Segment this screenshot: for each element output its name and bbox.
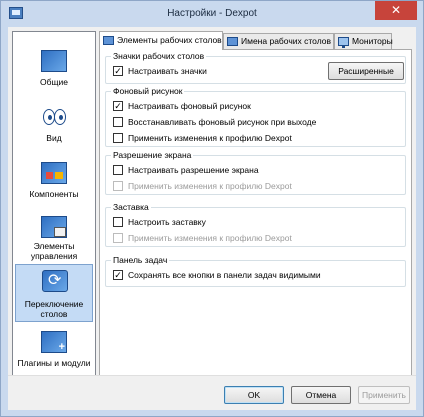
checkbox[interactable] (113, 165, 123, 175)
group-taskbar: Панель задач ✓ Сохранять все кнопки в па… (105, 255, 406, 287)
checkbox-label: Настраивать фоновый рисунок (128, 101, 251, 111)
controls-icon (41, 216, 67, 238)
tab-desktop-elements[interactable]: Элементы рабочих столов (99, 31, 223, 50)
group-screensaver: Заставка Настроить заставку Применить из… (105, 202, 406, 247)
components-icon (41, 162, 67, 184)
tab-panel-desktop-elements: Значки рабочих столов ✓ Настраивать знач… (99, 49, 412, 376)
switch-icon (42, 270, 68, 292)
apply-button: Применить (358, 386, 410, 404)
tab-desktop-names[interactable]: Имена рабочих столов (223, 33, 334, 49)
desktop-names-icon (227, 37, 238, 46)
sidebar-item-controls[interactable]: Элементы управления (15, 214, 93, 270)
desktop-icon (41, 50, 67, 72)
group-title: Заставка (111, 202, 151, 213)
group-title: Фоновый рисунок (111, 86, 185, 97)
sidebar-item-label: Общие (40, 77, 68, 87)
tab-label: Имена рабочих столов (241, 36, 332, 46)
checkbox-label: Настроить заставку (128, 217, 206, 227)
tab-monitors[interactable]: Мониторы (334, 33, 393, 49)
advanced-button[interactable]: Расширенные (328, 62, 404, 80)
checkbox-label: Применить изменения к профилю Dexpot (128, 133, 292, 143)
group-desktop-icons: Значки рабочих столов ✓ Настраивать знач… (105, 51, 406, 84)
group-title: Разрешение экрана (111, 150, 194, 161)
dialog-client-area: Общие Вид Компоненты Элементы управления (8, 27, 416, 410)
checkbox-label: Сохранять все кнопки в панели задач види… (128, 270, 321, 280)
sidebar-item-label: Вид (46, 133, 62, 143)
close-button[interactable]: ✕ (375, 1, 417, 20)
checkbox-label: Применить изменения к профилю Dexpot (128, 233, 292, 243)
sidebar-item-label: Плагины и модули (17, 358, 91, 368)
desktop-elements-icon (103, 36, 114, 45)
checkbox-label: Применить изменения к профилю Dexpot (128, 181, 292, 191)
group-wallpaper: Фоновый рисунок ✓ Настраивать фоновый ри… (105, 86, 406, 147)
checkbox-label: Настраивать разрешение экрана (128, 165, 259, 175)
sidebar-item-plugins[interactable]: Плагины и модули (15, 326, 93, 382)
cancel-button[interactable]: Отмена (291, 386, 351, 404)
checkbox[interactable] (113, 133, 123, 143)
checkbox (113, 181, 123, 191)
sidebar-item-view[interactable]: Вид (15, 102, 93, 158)
dialog-footer: OK Отмена Применить (8, 376, 416, 410)
tab-label: Мониторы (352, 36, 393, 46)
window-title: Настройки - Dexpot (167, 8, 257, 19)
group-screen-resolution: Разрешение экрана Настраивать разрешение… (105, 150, 406, 195)
category-sidebar: Общие Вид Компоненты Элементы управления (12, 31, 96, 376)
ok-button[interactable]: OK (224, 386, 284, 404)
tab-strip: Элементы рабочих столов Имена рабочих ст… (99, 31, 409, 50)
checkbox[interactable]: ✓ (113, 101, 123, 111)
checkbox-label: Восстанавливать фоновый рисунок при выхо… (128, 117, 317, 127)
checkbox[interactable] (113, 217, 123, 227)
title-bar[interactable]: Настройки - Dexpot ✕ (1, 1, 423, 27)
sidebar-item-general[interactable]: Общие (15, 46, 93, 102)
sidebar-item-label: Элементы управления (30, 241, 78, 261)
checkbox[interactable] (113, 117, 123, 127)
eyes-icon (41, 106, 67, 128)
sidebar-item-desktop-switching[interactable]: Переключение столов (15, 264, 93, 322)
sidebar-item-label: Компоненты (29, 189, 79, 199)
group-title: Значки рабочих столов (111, 51, 207, 62)
sidebar-item-label: Переключение столов (24, 299, 84, 319)
settings-window: Настройки - Dexpot ✕ Общие Вид Компонент… (0, 0, 424, 417)
checkbox[interactable]: ✓ (113, 270, 123, 280)
checkbox (113, 233, 123, 243)
plugins-icon (41, 331, 67, 353)
tab-label: Элементы рабочих столов (117, 35, 222, 45)
sidebar-item-components[interactable]: Компоненты (15, 158, 93, 214)
monitor-icon (338, 37, 349, 48)
checkbox[interactable]: ✓ (113, 66, 123, 76)
group-title: Панель задач (111, 255, 170, 266)
checkbox-label: Настраивать значки (128, 66, 207, 76)
